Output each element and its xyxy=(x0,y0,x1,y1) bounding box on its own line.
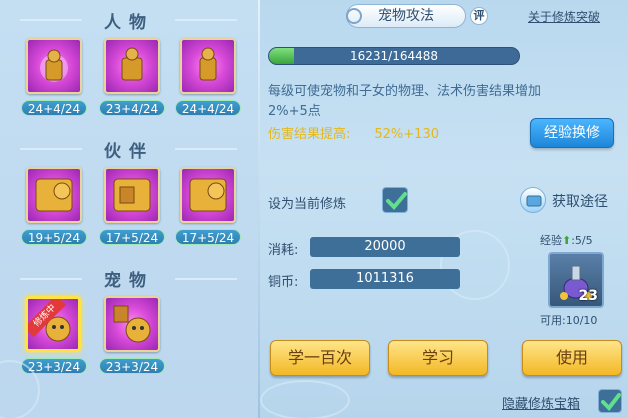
partner-icon xyxy=(189,178,227,212)
section-title-characters: 人物 xyxy=(104,13,154,33)
partner-icon xyxy=(113,178,151,212)
section-title-partners: 伙伴 xyxy=(104,142,154,162)
available-count: 可用:10/10 xyxy=(540,314,598,327)
cultivation-screen: 人物 24+4/24 23+4/24 24+4/24 伙伴 19+5/24 17… xyxy=(0,0,628,418)
decoration xyxy=(260,380,350,418)
character-icon xyxy=(199,47,217,81)
checkmark-icon xyxy=(386,192,407,210)
review-badge[interactable]: 评 xyxy=(470,7,488,25)
partner-icon xyxy=(35,178,73,212)
partner-slot-1[interactable] xyxy=(26,167,82,223)
copper-value: 1011316 xyxy=(310,269,460,289)
character-icon xyxy=(121,47,143,81)
partner-slot-3[interactable] xyxy=(180,167,236,223)
cultivation-description: 每级可使宠物和子女的物理、法术伤害结果增加2%+5点 xyxy=(268,84,542,119)
study-hundred-button[interactable]: 学一百次 xyxy=(270,340,370,376)
cost-label: 消耗: xyxy=(268,243,299,258)
tab-pet-attack-magic[interactable]: 宠物攻法 xyxy=(346,4,466,28)
pet-slot-1[interactable]: 修炼中 xyxy=(25,296,81,352)
use-button[interactable]: 使用 xyxy=(522,340,622,376)
set-current-checkbox[interactable] xyxy=(382,187,408,213)
partner-slot-2[interactable] xyxy=(104,167,160,223)
slot-level: 24+4/24 xyxy=(175,100,241,116)
pet-slot-2[interactable] xyxy=(104,296,160,352)
damage-boost-value: 52%+130 xyxy=(374,127,439,142)
item-count: 23 xyxy=(578,288,598,304)
acquire-path-button[interactable]: 获取途径 xyxy=(520,185,620,215)
slot-level: 17+5/24 xyxy=(99,229,165,245)
hide-treasure-checkbox[interactable] xyxy=(598,389,622,413)
damage-boost-label: 伤害结果提高: xyxy=(268,127,351,142)
checkmark-icon xyxy=(601,393,621,412)
exp-label: 经验 xyxy=(540,234,562,247)
acquire-path-label: 获取途径 xyxy=(552,194,608,210)
exp-count: 经验⬆:5/5 xyxy=(540,232,593,248)
swirl-icon xyxy=(346,8,362,24)
study-button[interactable]: 学习 xyxy=(388,340,488,376)
set-current-label: 设为当前修炼 xyxy=(268,197,347,212)
exp-progress-bar: 16231/164488 xyxy=(268,47,520,65)
exp-item-slot[interactable]: 23 xyxy=(548,252,604,308)
up-arrow-icon: ⬆ xyxy=(562,234,572,247)
panel-divider xyxy=(258,0,260,418)
exp-progress-text: 16231/164488 xyxy=(349,49,439,63)
copper-label: 铜币: xyxy=(268,275,299,290)
slot-level: 19+5/24 xyxy=(21,229,87,245)
slot-level: 24+4/24 xyxy=(21,100,87,116)
cost-value: 20000 xyxy=(310,237,460,257)
section-title-pets: 宠物 xyxy=(104,271,154,291)
acquire-icon xyxy=(520,187,546,213)
character-slot-3[interactable] xyxy=(180,38,236,94)
character-slot-1[interactable] xyxy=(26,38,82,94)
character-icon xyxy=(40,49,68,82)
character-slot-2[interactable] xyxy=(104,38,160,94)
slot-level: 17+5/24 xyxy=(175,229,241,245)
hide-treasure-label: 隐藏修炼宝箱 xyxy=(502,397,581,412)
exp-exchange-button[interactable]: 经验换修 xyxy=(530,118,614,148)
left-panel: 人物 24+4/24 23+4/24 24+4/24 伙伴 19+5/24 17… xyxy=(0,0,258,418)
damage-boost: 伤害结果提高: 52%+130 xyxy=(268,123,439,142)
slot-level: 23+3/24 xyxy=(99,358,165,374)
about-breakthrough-link[interactable]: 关于修炼突破 xyxy=(528,8,600,25)
slot-level: 23+4/24 xyxy=(99,100,165,116)
exp-value: :5/5 xyxy=(571,234,593,247)
pet-icon xyxy=(113,305,151,343)
